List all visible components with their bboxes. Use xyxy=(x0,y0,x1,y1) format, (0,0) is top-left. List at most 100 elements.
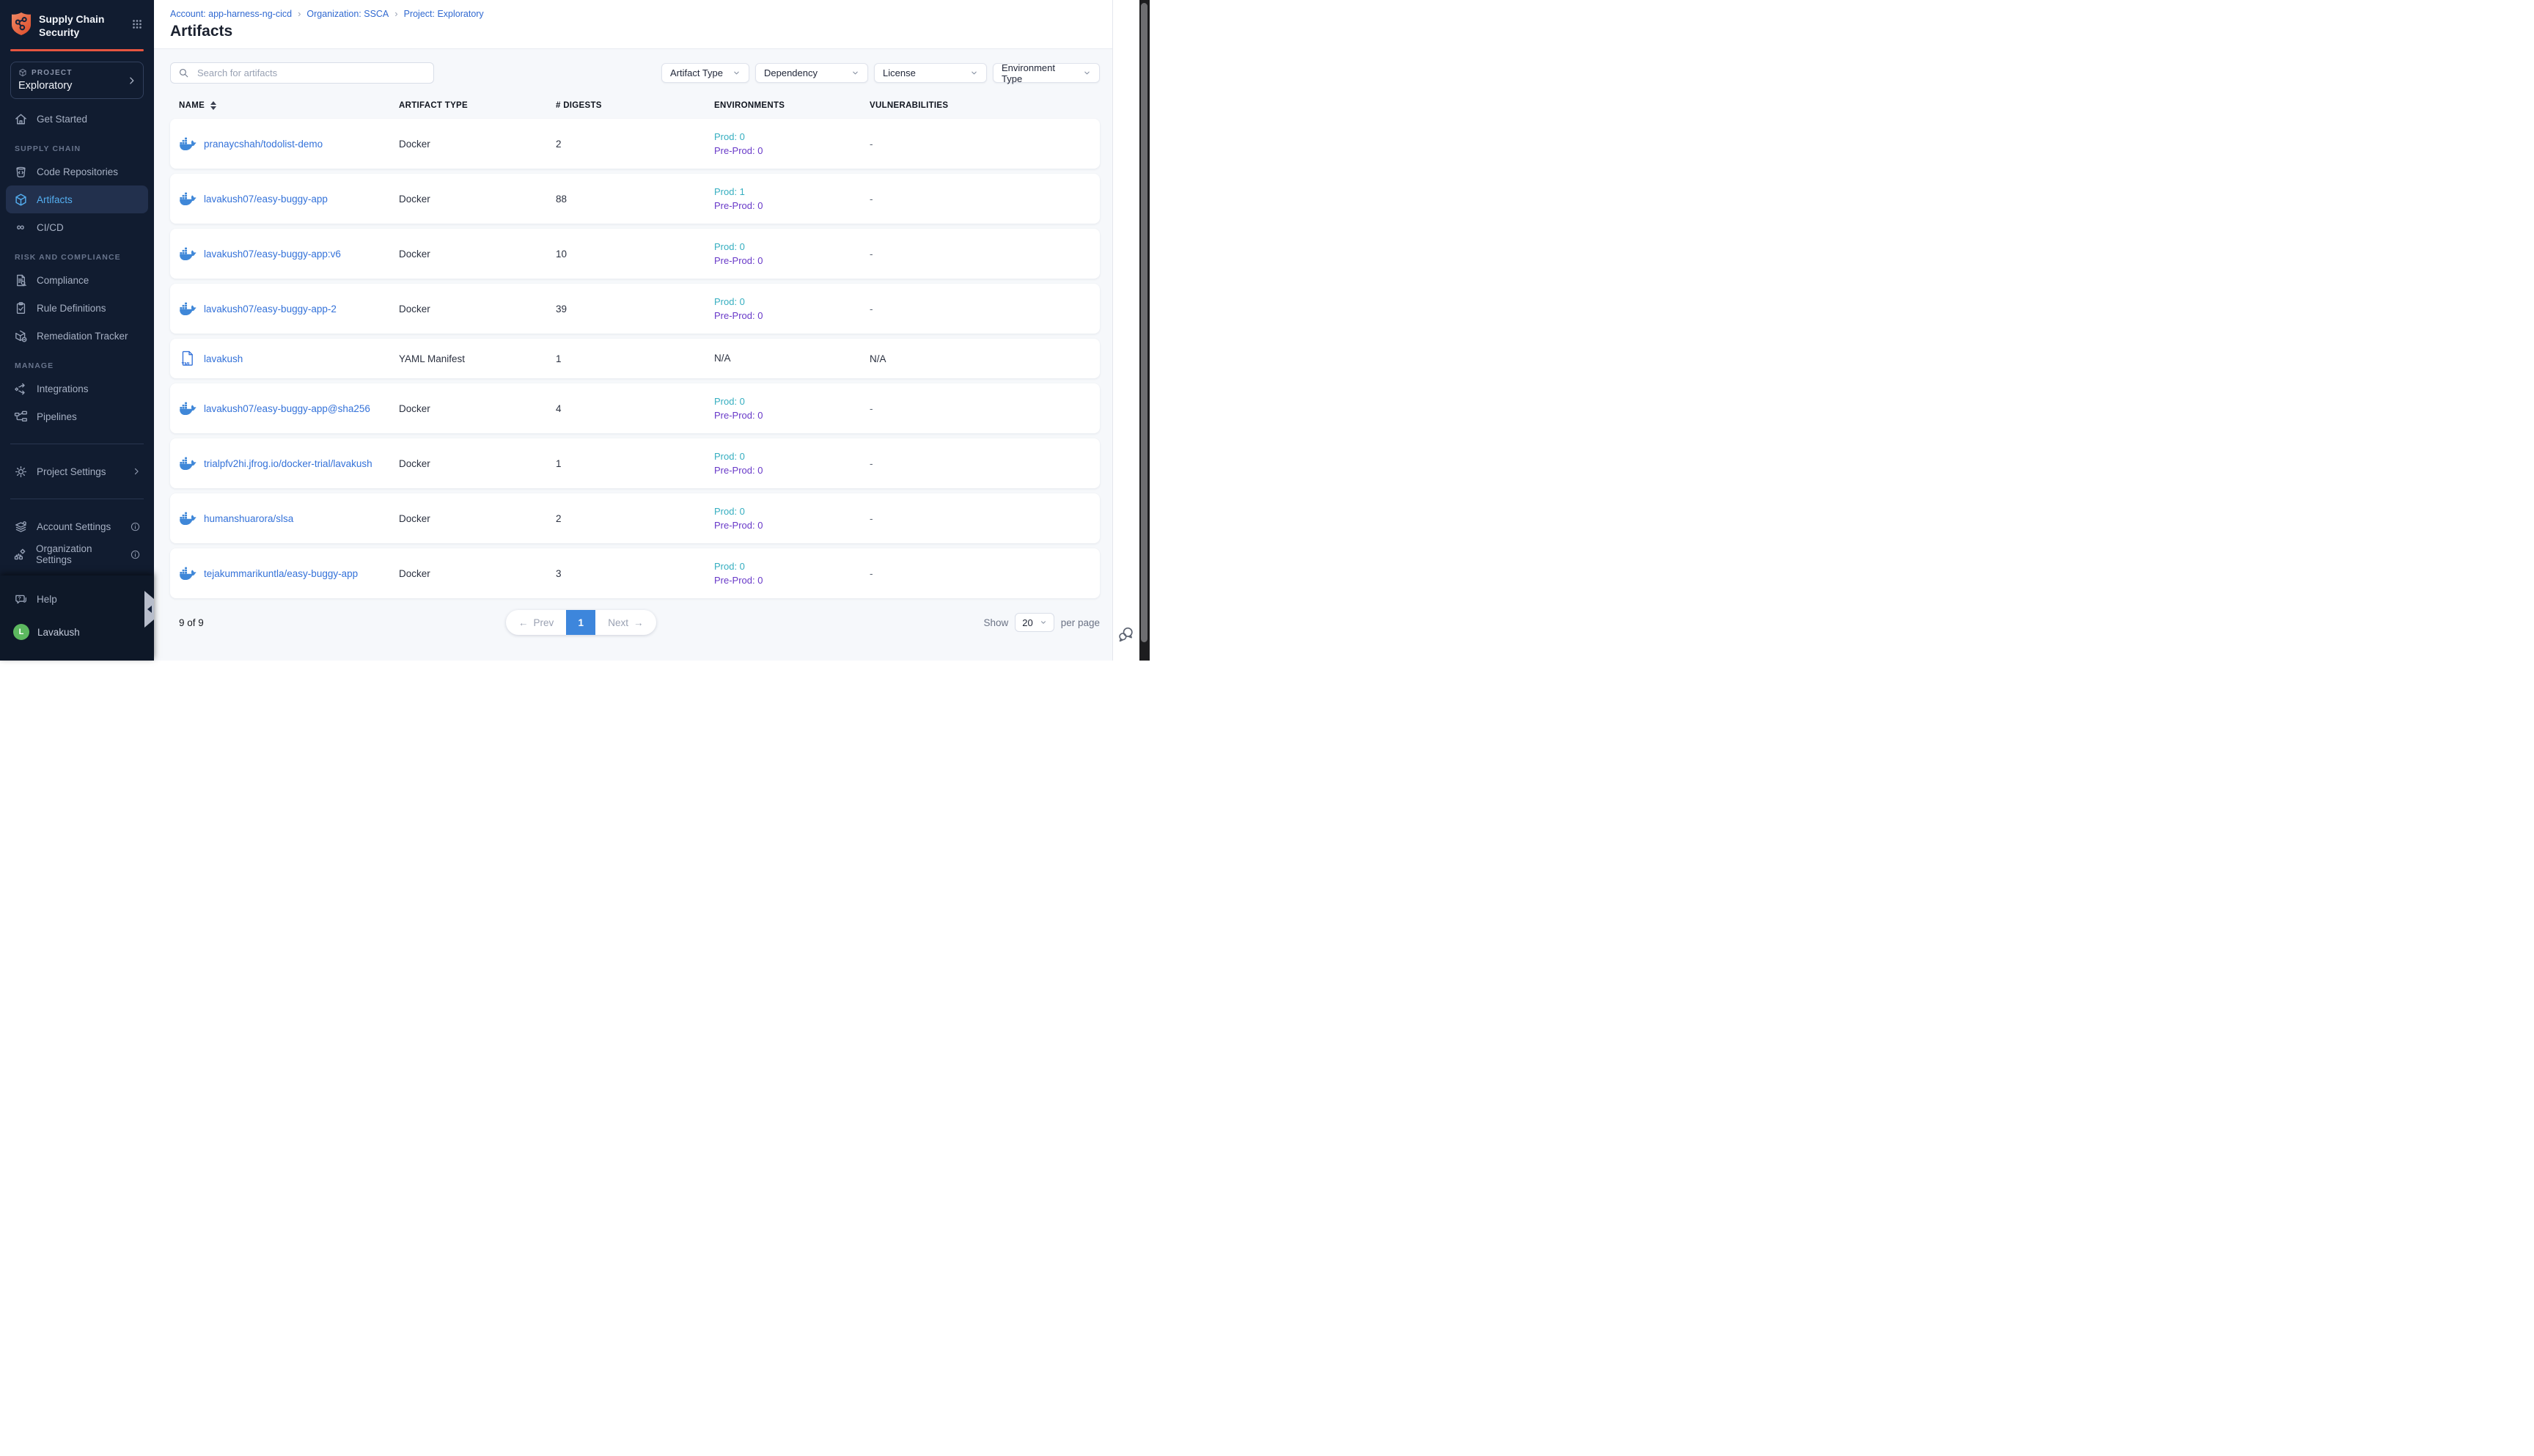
artifact-name-link[interactable]: lavakush xyxy=(204,353,243,364)
artifact-name-link[interactable]: trialpfv2hi.jfrog.io/docker-trial/lavaku… xyxy=(204,458,372,469)
environments: Prod: 0 Pre-Prod: 0 xyxy=(714,131,870,156)
prod-env-link[interactable]: Prod: 1 xyxy=(714,186,870,197)
table-row[interactable]: humanshuarora/slsa Docker 2 Prod: 0 Pre-… xyxy=(170,493,1100,543)
prod-env-link[interactable]: Prod: 0 xyxy=(714,131,870,142)
prev-page-button[interactable]: ← Prev xyxy=(506,610,566,635)
table-row[interactable]: lavakush07/easy-buggy-app-2 Docker 39 Pr… xyxy=(170,284,1100,334)
artifact-name-link[interactable]: lavakush07/easy-buggy-app@sha256 xyxy=(204,403,370,414)
arrow-left-icon: ← xyxy=(518,617,529,628)
current-page-button[interactable]: 1 xyxy=(566,610,595,635)
column-header-artifact-type: ARTIFACT TYPE xyxy=(399,101,556,110)
scrollbar-thumb[interactable] xyxy=(1141,3,1147,642)
environments: N/A xyxy=(714,352,870,365)
filter-license[interactable]: License xyxy=(874,63,987,83)
environments: Prod: 1 Pre-Prod: 0 xyxy=(714,186,870,211)
info-icon[interactable] xyxy=(130,549,141,560)
preprod-env-link[interactable]: Pre-Prod: 0 xyxy=(714,465,870,476)
sidebar-item-label: Organization Settings xyxy=(36,543,121,565)
nav-section-supply-chain: SUPPLY CHAIN xyxy=(15,144,154,153)
chevron-down-icon xyxy=(1083,69,1091,77)
sidebar-item-project-settings[interactable]: Project Settings xyxy=(6,457,148,485)
environments: Prod: 0 Pre-Prod: 0 xyxy=(714,296,870,321)
breadcrumb-organization-link[interactable]: Organization: SSCA xyxy=(306,9,389,19)
sidebar-item-rule-definitions[interactable]: Rule Definitions xyxy=(6,294,148,322)
sidebar-item-code-repositories[interactable]: Code Repositories xyxy=(6,158,148,185)
table-header: NAME ARTIFACT TYPE # DIGESTS ENVIRONMENT… xyxy=(170,101,1100,110)
vulnerabilities: - xyxy=(870,249,1100,260)
support-chat-icon[interactable] xyxy=(1117,625,1135,643)
document-search-icon xyxy=(13,273,28,287)
preprod-env-link[interactable]: Pre-Prod: 0 xyxy=(714,255,870,266)
sidebar-item-organization-settings[interactable]: Organization Settings xyxy=(6,540,148,568)
sort-icon[interactable] xyxy=(210,101,216,110)
sidebar-item-integrations[interactable]: Integrations xyxy=(6,375,148,402)
preprod-env-link[interactable]: Pre-Prod: 0 xyxy=(714,200,870,211)
sidebar-item-compliance[interactable]: Compliance xyxy=(6,266,148,294)
filter-label: Dependency xyxy=(764,67,818,78)
artifact-name-link[interactable]: lavakush07/easy-buggy-app-2 xyxy=(204,304,337,315)
cube-icon xyxy=(13,193,28,207)
sidebar-item-help[interactable]: Help xyxy=(6,585,148,613)
vulnerabilities: - xyxy=(870,194,1100,205)
page-size-select[interactable]: 20 xyxy=(1015,613,1054,632)
digest-count: 10 xyxy=(556,249,714,260)
search-box[interactable] xyxy=(170,62,434,84)
preprod-env-link[interactable]: Pre-Prod: 0 xyxy=(714,410,870,421)
table-row[interactable]: tejakummarikuntla/easy-buggy-app Docker … xyxy=(170,548,1100,598)
supply-chain-security-logo xyxy=(10,12,32,36)
integrations-icon xyxy=(13,382,28,396)
filter-dependency[interactable]: Dependency xyxy=(755,63,868,83)
docker-icon xyxy=(179,567,197,580)
prod-env-link[interactable]: Prod: 0 xyxy=(714,396,870,407)
filter-artifact-type[interactable]: Artifact Type xyxy=(661,63,749,83)
sidebar-item-get-started[interactable]: Get Started xyxy=(6,105,148,133)
table-row[interactable]: pranaycshah/todolist-demo Docker 2 Prod:… xyxy=(170,119,1100,169)
table-row[interactable]: lavakush07/easy-buggy-app Docker 88 Prod… xyxy=(170,174,1100,224)
search-input[interactable] xyxy=(196,67,426,79)
sidebar-item-label: Project Settings xyxy=(37,466,106,477)
project-selector[interactable]: PROJECT Exploratory xyxy=(10,62,144,99)
sidebar-item-label: Rule Definitions xyxy=(37,303,106,314)
sidebar-item-remediation-tracker[interactable]: Remediation Tracker xyxy=(6,322,148,350)
info-icon[interactable] xyxy=(130,521,141,532)
artifact-name-link[interactable]: humanshuarora/slsa xyxy=(204,513,293,524)
digest-count: 2 xyxy=(556,513,714,524)
artifact-name-link[interactable]: pranaycshah/todolist-demo xyxy=(204,139,323,150)
artifact-name-link[interactable]: lavakush07/easy-buggy-app xyxy=(204,194,328,205)
prod-env-link[interactable]: Prod: 0 xyxy=(714,241,870,252)
preprod-env-link[interactable]: Pre-Prod: 0 xyxy=(714,145,870,156)
prod-env-link[interactable]: Prod: 0 xyxy=(714,506,870,517)
app-switcher-grid-icon[interactable] xyxy=(131,18,143,30)
preprod-env-link[interactable]: Pre-Prod: 0 xyxy=(714,575,870,586)
prod-env-link[interactable]: Prod: 0 xyxy=(714,451,870,462)
sidebar-item-pipelines[interactable]: Pipelines xyxy=(6,402,148,430)
sidebar-item-account-settings[interactable]: Account Settings xyxy=(6,512,148,540)
filter-environment-type[interactable]: Environment Type xyxy=(993,63,1100,83)
sidebar-item-label: Integrations xyxy=(37,383,89,394)
preprod-env-link[interactable]: Pre-Prod: 0 xyxy=(714,520,870,531)
preprod-env-link[interactable]: Pre-Prod: 0 xyxy=(714,310,870,321)
sidebar-item-cicd[interactable]: CI/CD xyxy=(6,213,148,241)
artifact-name-link[interactable]: lavakush07/easy-buggy-app:v6 xyxy=(204,249,341,260)
digest-count: 1 xyxy=(556,458,714,469)
environments-na: N/A xyxy=(714,353,731,364)
prod-env-link[interactable]: Prod: 0 xyxy=(714,296,870,307)
cube-tag-icon xyxy=(13,329,28,343)
result-count: 9 of 9 xyxy=(179,617,204,628)
table-row[interactable]: lavakush YAML Manifest 1 N/A N/A xyxy=(170,339,1100,378)
page-scrollbar[interactable] xyxy=(1139,0,1150,661)
user-menu[interactable]: L Lavakush xyxy=(6,617,148,647)
next-page-button[interactable]: Next → xyxy=(595,610,655,635)
table-row[interactable]: lavakush07/easy-buggy-app:v6 Docker 10 P… xyxy=(170,229,1100,279)
column-header-environments: ENVIRONMENTS xyxy=(714,101,870,110)
artifact-name-link[interactable]: tejakummarikuntla/easy-buggy-app xyxy=(204,568,358,579)
breadcrumb-project-link[interactable]: Project: Exploratory xyxy=(404,9,484,19)
table-row[interactable]: trialpfv2hi.jfrog.io/docker-trial/lavaku… xyxy=(170,438,1100,488)
breadcrumb-account-link[interactable]: Account: app-harness-ng-cicd xyxy=(170,9,292,19)
collapse-left-icon xyxy=(147,606,152,613)
digest-count: 39 xyxy=(556,304,714,315)
sidebar-item-artifacts[interactable]: Artifacts xyxy=(6,185,148,213)
environments: Prod: 0 Pre-Prod: 0 xyxy=(714,241,870,266)
table-row[interactable]: lavakush07/easy-buggy-app@sha256 Docker … xyxy=(170,383,1100,433)
prod-env-link[interactable]: Prod: 0 xyxy=(714,561,870,572)
